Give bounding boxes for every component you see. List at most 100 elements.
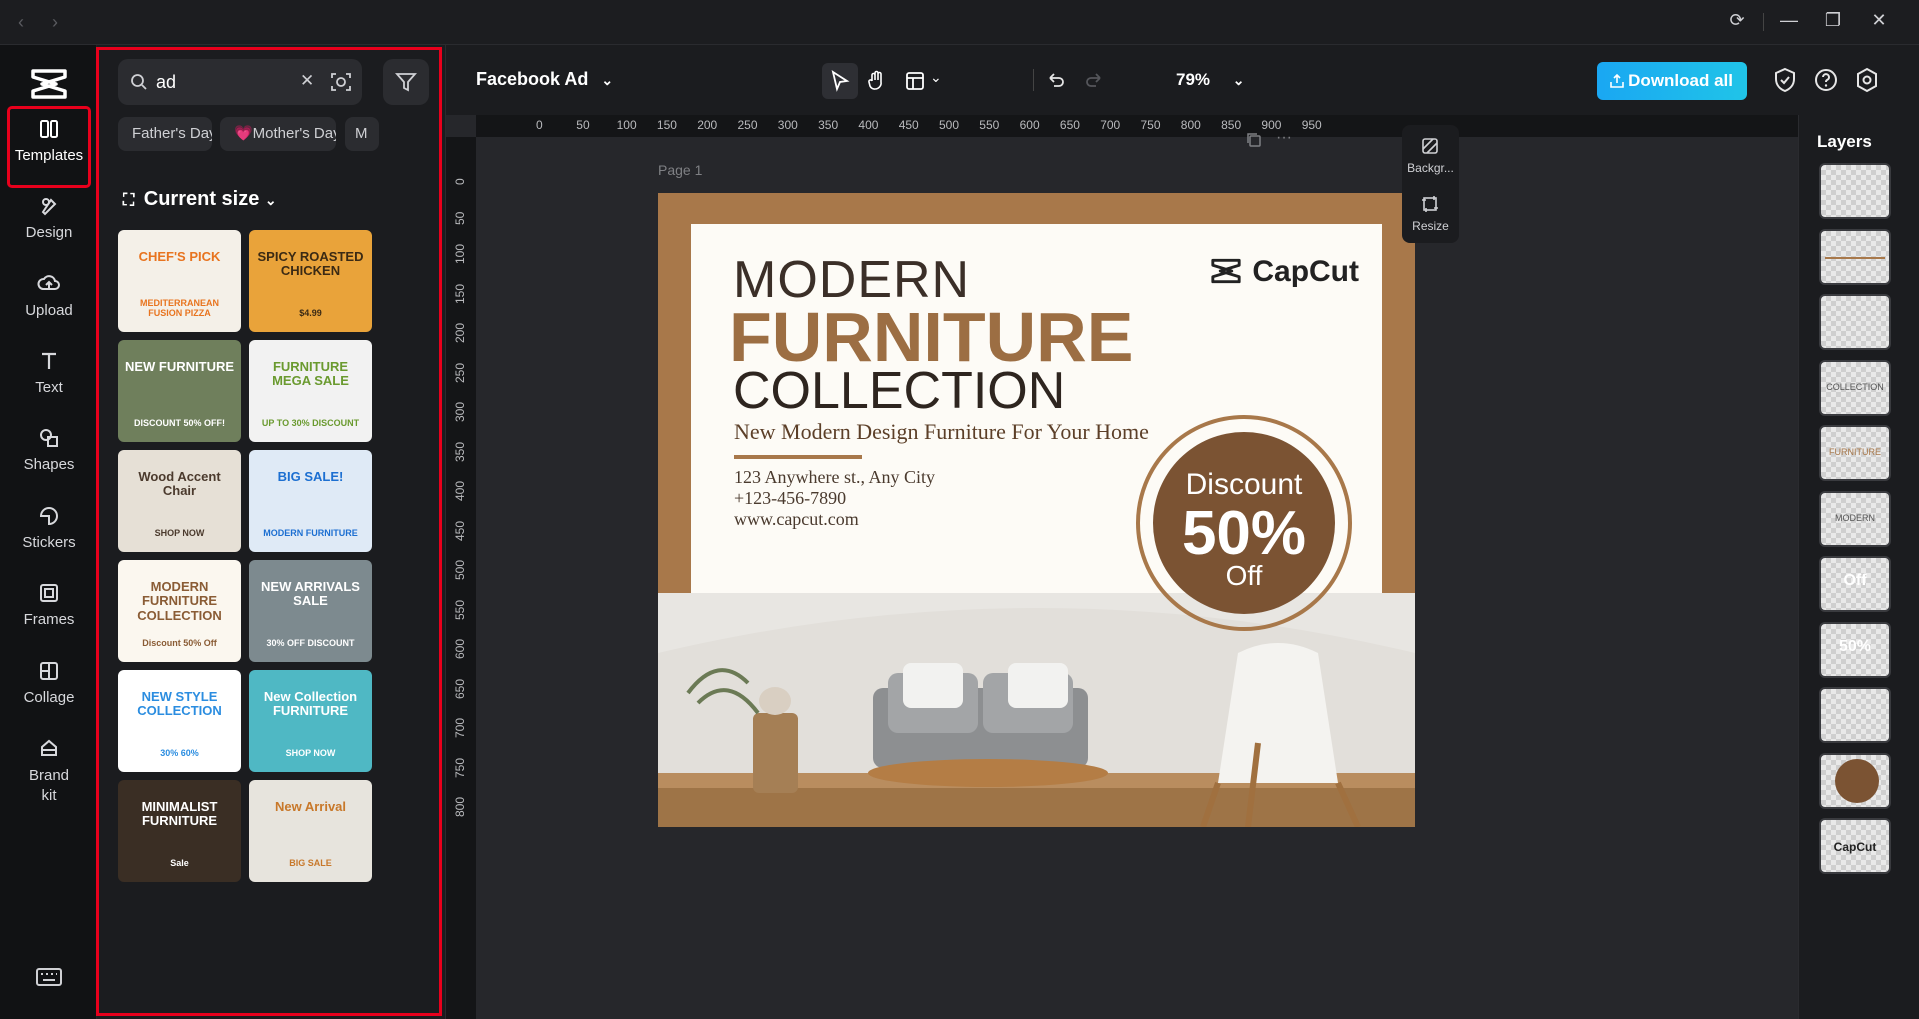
- download-all-button[interactable]: Download all: [1597, 62, 1747, 100]
- template-title: New Arrival: [274, 799, 347, 814]
- template-card[interactable]: FURNITURE MEGA SALE UP TO 30% DISCOUNT: [249, 340, 372, 442]
- keyboard-icon[interactable]: [36, 967, 62, 987]
- ad-website[interactable]: www.capcut.com: [734, 509, 859, 530]
- rail-item-brand-kit[interactable]: Brand kit: [10, 728, 88, 820]
- rail-item-upload[interactable]: Upload: [10, 264, 88, 340]
- template-card[interactable]: Wood Accent Chair SHOP NOW: [118, 450, 241, 552]
- settings-icon[interactable]: [1852, 65, 1882, 95]
- help-icon[interactable]: [1811, 65, 1841, 95]
- ad-brand-logo[interactable]: CapCut: [1208, 255, 1359, 289]
- redo-icon[interactable]: [1084, 70, 1104, 90]
- hand-icon: [868, 70, 882, 90]
- living-room-photo[interactable]: [658, 593, 1415, 827]
- template-card[interactable]: NEW STYLE COLLECTION 30% 60%: [118, 670, 241, 772]
- template-card[interactable]: NEW FURNITURE DISCOUNT 50% OFF!: [118, 340, 241, 442]
- layer-thumbnail[interactable]: [1819, 163, 1891, 219]
- ad-heading-collection[interactable]: COLLECTION: [733, 361, 1065, 421]
- template-card[interactable]: New Collection FURNITURE SHOP NOW: [249, 670, 372, 772]
- template-subtitle: DISCOUNT 50% OFF!: [133, 418, 225, 428]
- ruler-tick-label: 650: [1059, 118, 1080, 132]
- chip-fathers-day[interactable]: Father's Day: [118, 117, 212, 151]
- rail-item-stickers[interactable]: Stickers: [10, 496, 88, 572]
- ruler-tick-label: 800: [453, 796, 467, 817]
- search-box[interactable]: ✕: [118, 59, 320, 105]
- template-title: NEW STYLE COLLECTION: [137, 689, 222, 719]
- discount-circle[interactable]: Discount 50% Off: [1153, 432, 1335, 614]
- rail-item-templates[interactable]: Templates: [7, 106, 91, 188]
- ruler-tick-label: 100: [453, 243, 467, 264]
- ruler-tick-label: 600: [453, 638, 467, 659]
- rail-item-collage[interactable]: Collage: [10, 651, 88, 727]
- ruler-tick-label: 450: [453, 520, 467, 541]
- nav-forward-icon[interactable]: ›: [52, 12, 58, 33]
- template-card[interactable]: BIG SALE! MODERN FURNITURE: [249, 450, 372, 552]
- ad-phone[interactable]: +123-456-7890: [734, 488, 846, 509]
- template-card[interactable]: MINIMALIST FURNITURE Sale: [118, 780, 241, 882]
- layer-thumbnail[interactable]: COLLECTION: [1819, 359, 1891, 416]
- background-button[interactable]: Backgr...: [1402, 125, 1459, 185]
- layout-dropdown[interactable]: ⌄: [901, 63, 949, 99]
- download-all-label: Download all: [1628, 71, 1733, 90]
- capcut-logo-icon[interactable]: [30, 67, 68, 101]
- chip-more[interactable]: M: [345, 117, 379, 151]
- rail-item-shapes[interactable]: Shapes: [10, 418, 88, 494]
- shield-check-icon[interactable]: [1770, 65, 1800, 95]
- ruler-tick-label: 600: [1019, 118, 1040, 132]
- ruler-tick-label: 0: [536, 118, 543, 132]
- canvas-area[interactable]: 0 50 100 150 200 250 300 350 400 450 500 550 600 650 7…: [446, 115, 1798, 1019]
- minimize-icon[interactable]: —: [1776, 10, 1802, 31]
- ad-brand-name: CapCut: [1252, 255, 1359, 288]
- select-tool-button[interactable]: [822, 63, 858, 99]
- zoom-level: 79%: [1176, 70, 1211, 89]
- current-size-dropdown[interactable]: ⛶ Current size ⌄: [123, 188, 277, 211]
- layer-thumbnail[interactable]: 50%: [1819, 621, 1891, 678]
- layer-thumbnail[interactable]: CapCut: [1819, 818, 1891, 874]
- undo-icon[interactable]: [1046, 70, 1066, 90]
- search-input[interactable]: [156, 72, 266, 93]
- rail-label: Design: [25, 224, 73, 241]
- ad-subtitle[interactable]: New Modern Design Furniture For Your Hom…: [734, 419, 1149, 445]
- layer-thumbnail[interactable]: Off: [1819, 556, 1891, 612]
- hand-tool-button[interactable]: [859, 63, 895, 99]
- template-card[interactable]: NEW ARRIVALS SALE 30% OFF DISCOUNT: [249, 560, 372, 662]
- ruler-tick-label: 450: [898, 118, 919, 132]
- filter-button[interactable]: [383, 59, 429, 105]
- layer-thumbnail[interactable]: [1819, 687, 1891, 743]
- artboard[interactable]: MODERN FURNITURE COLLECTION New Modern D…: [658, 193, 1415, 827]
- zoom-dropdown[interactable]: 79% ⌄: [1176, 70, 1245, 90]
- rail-item-design[interactable]: Design: [10, 186, 88, 262]
- rail-item-text[interactable]: Text: [10, 341, 88, 417]
- layer-thumbnail[interactable]: MODERN: [1819, 490, 1891, 547]
- template-card[interactable]: New Arrival BIG SALE: [249, 780, 372, 882]
- layer-thumbnail[interactable]: [1819, 228, 1891, 285]
- template-card[interactable]: SPICY ROASTED CHICKEN $4.99: [249, 230, 372, 332]
- template-subtitle: SHOP NOW: [154, 528, 205, 538]
- layer-thumbnail[interactable]: [1819, 294, 1891, 350]
- image-search-button[interactable]: [320, 59, 362, 105]
- template-card[interactable]: MODERN FURNITURE COLLECTION Discount 50% …: [118, 560, 241, 662]
- rail-item-frames[interactable]: Frames: [10, 573, 88, 649]
- template-card[interactable]: CHEF'S PICK MEDITERRANEAN FUSION PIZZA: [118, 230, 241, 332]
- frames-icon: [40, 584, 58, 602]
- layer-thumbnail[interactable]: FURNITURE: [1819, 425, 1891, 481]
- ad-divider-line[interactable]: [734, 455, 862, 459]
- discount-percent: 50%: [1181, 499, 1307, 568]
- layer-label: Off: [1843, 572, 1867, 589]
- divider: [1033, 69, 1034, 91]
- close-icon[interactable]: ✕: [1866, 10, 1892, 31]
- nav-back-icon[interactable]: ‹: [18, 12, 24, 33]
- chevron-down-icon: ⌄: [930, 69, 942, 85]
- chip-mothers-day[interactable]: 💗Mother's Day: [220, 117, 336, 151]
- layer-thumbnail[interactable]: [1819, 752, 1891, 809]
- resize-button[interactable]: Resize: [1402, 187, 1459, 243]
- refresh-icon[interactable]: ⟳: [1724, 10, 1750, 31]
- search-icon: [131, 74, 147, 90]
- more-options-icon[interactable]: ···: [1276, 129, 1292, 147]
- chevron-down-icon: ⌄: [601, 72, 614, 88]
- restore-icon[interactable]: ❐: [1820, 10, 1846, 31]
- document-title-dropdown[interactable]: Facebook Ad ⌄: [476, 69, 613, 90]
- ad-address[interactable]: 123 Anywhere st., Any City: [734, 467, 935, 488]
- duplicate-page-icon[interactable]: [1246, 132, 1262, 148]
- clear-search-icon[interactable]: ✕: [300, 71, 314, 91]
- ruler-tick-label: 750: [453, 757, 467, 778]
